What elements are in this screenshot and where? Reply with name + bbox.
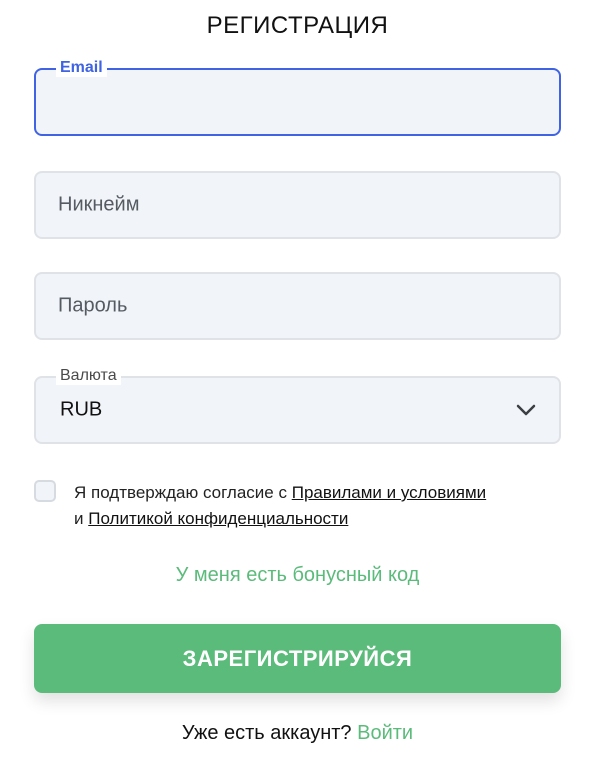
register-button[interactable]: ЗАРЕГИСТРИРУЙСЯ: [34, 624, 561, 693]
consent-conjunction: и: [74, 509, 89, 528]
page-title: РЕГИСТРАЦИЯ: [206, 12, 389, 39]
registration-page: РЕГИСТРАЦИЯ Email Никнейм Пароль Валюта …: [0, 0, 595, 762]
email-field-label: Email: [56, 59, 107, 77]
login-link[interactable]: Войти: [357, 722, 413, 744]
currency-selected-value: RUB: [60, 398, 103, 421]
email-field[interactable]: Email: [34, 59, 561, 136]
bonus-code-link[interactable]: У меня есть бонусный код: [0, 564, 595, 587]
terms-link[interactable]: Правилами и условиями: [292, 483, 486, 502]
currency-select[interactable]: Валюта RUB: [34, 367, 561, 444]
consent-checkbox[interactable]: [34, 480, 56, 502]
nickname-placeholder: Никнейм: [58, 193, 140, 216]
password-field[interactable]: Пароль: [34, 272, 561, 340]
consent-text: Я подтверждаю согласие с Правилами и усл…: [74, 480, 561, 532]
password-placeholder: Пароль: [58, 294, 128, 317]
login-prompt-text: Уже есть аккаунт?: [181, 722, 352, 744]
nickname-field[interactable]: Никнейм: [34, 171, 561, 239]
consent-prefix: Я подтверждаю согласие с: [74, 483, 292, 502]
login-prompt: Уже есть аккаунт? Войти: [0, 722, 595, 745]
currency-select-label: Валюта: [56, 367, 121, 385]
privacy-link[interactable]: Политикой конфиденциальности: [88, 509, 348, 528]
chevron-down-icon[interactable]: [515, 403, 537, 417]
